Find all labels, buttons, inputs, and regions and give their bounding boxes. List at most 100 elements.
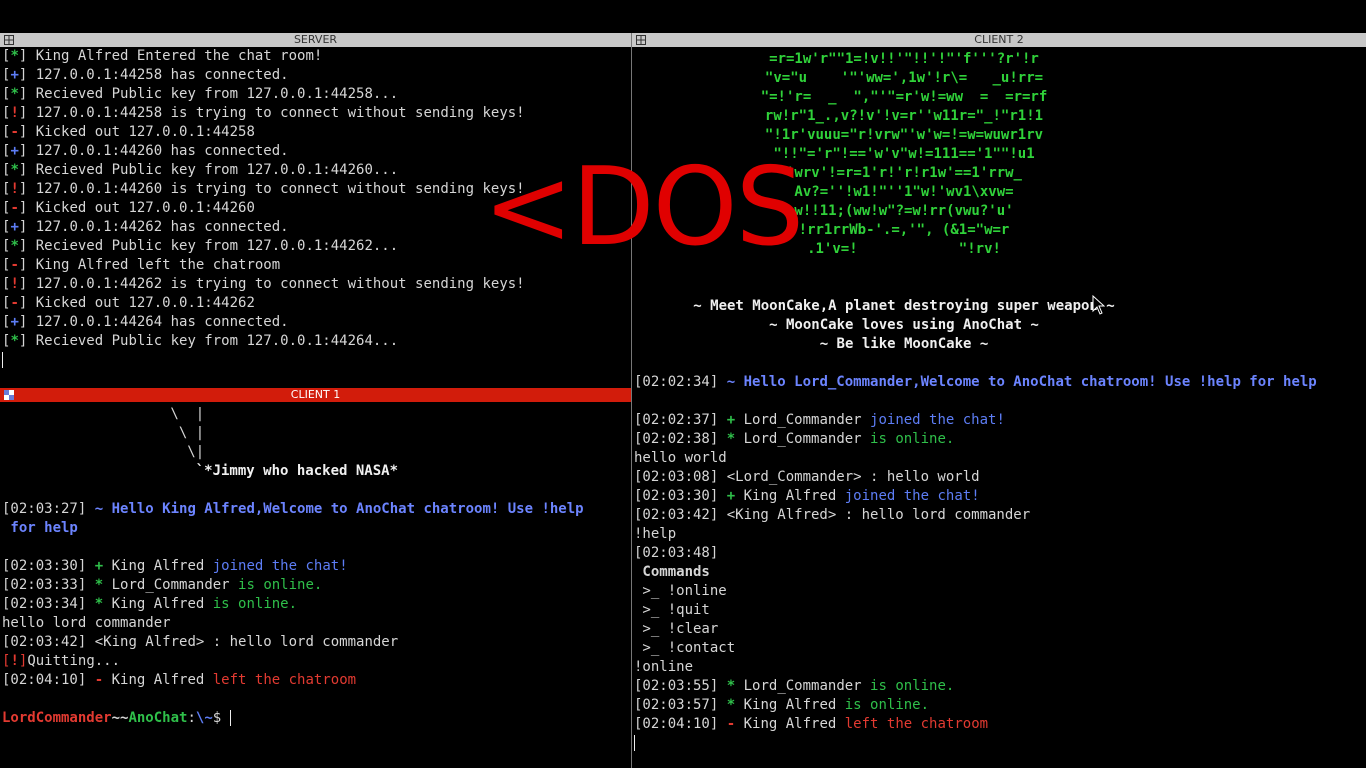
log-text: King Alfred Entered the chat room!	[35, 48, 323, 64]
server-title-bar[interactable]: SERVER	[0, 33, 631, 47]
log-tag: -	[10, 200, 19, 216]
log-tag: *	[10, 48, 19, 64]
user-name: King Alfred	[103, 672, 205, 688]
banner-line: ~ Be like MoonCake ~	[634, 335, 1174, 354]
event-symbol: +	[726, 488, 736, 504]
ascii-art-text: \|	[162, 444, 205, 460]
commands-heading: Commands	[634, 564, 710, 580]
server-log-line: [-] Kicked out 127.0.0.1:44262	[2, 295, 255, 311]
log-text: Recieved Public key from 127.0.0.1:44258…	[35, 86, 399, 102]
tile-layout-icon[interactable]	[636, 35, 646, 45]
timestamp: [02:02:34]	[634, 374, 719, 390]
shell-prompt: LordCommander~~AnoChat:\~$	[2, 709, 631, 728]
banner-text: ~ Be like MoonCake ~	[819, 336, 989, 352]
prompt-colon: :	[187, 710, 196, 726]
client1-title-bar[interactable]: CLIENT 1	[0, 388, 631, 402]
log-text: Recieved Public key from 127.0.0.1:44264…	[35, 333, 399, 349]
tile-layout-icon[interactable]	[4, 35, 14, 45]
chat-event-line: [02:03:55] * Lord_Commander is online.	[634, 677, 1366, 696]
log-text: Recieved Public key from 127.0.0.1:44262…	[35, 238, 399, 254]
log-text: 127.0.0.1:44262 has connected.	[35, 219, 289, 235]
commands-title: Commands	[634, 563, 1366, 582]
chat-message: [02:03:08] <Lord_Commander> : hello worl…	[634, 468, 1366, 487]
typed-text: hello world	[634, 450, 727, 466]
ascii-art-text: =r=1w'r""1=!v!!'"!!'!"'f'''?r'!r	[769, 51, 1039, 67]
quit-text: Quitting...	[27, 653, 121, 669]
event-symbol: +	[726, 412, 736, 428]
log-tag: +	[10, 67, 19, 83]
timestamp: [02:02:38]	[634, 431, 719, 447]
event-text: left the chatroom	[836, 716, 989, 732]
event-symbol: *	[94, 596, 104, 612]
command-item: >_ !clear	[634, 620, 1366, 639]
user-name: Lord_Commander	[103, 577, 230, 593]
typed-input: hello world	[634, 449, 1366, 468]
client1-terminal[interactable]: \ | \ | \| `*Jimmy who hacked NASA* [02:0…	[2, 405, 631, 768]
prompt-user: LordCommander	[2, 710, 112, 726]
ascii-art-text: .1'v=! "!rv!	[807, 241, 1001, 257]
event-text: joined the chat!	[836, 488, 980, 504]
event-text: is online.	[861, 678, 955, 694]
welcome-text: for help	[2, 520, 78, 536]
log-tag: +	[10, 219, 19, 235]
tile-layout-icon[interactable]	[4, 390, 14, 400]
chat-event-line: [02:03:34] * King Alfred is online.	[2, 595, 631, 614]
help-timestamp: [02:03:48]	[634, 544, 1366, 563]
ascii-art-line: "v="u '"'ww=',1w'!r\= _u!rr=	[634, 69, 1174, 88]
chat-message: [02:03:42] <King Alfred> : hello lord co…	[2, 633, 631, 652]
banner-text: ~ MoonCake loves using AnoChat ~	[769, 317, 1039, 333]
message-text: [02:03:08] <Lord_Commander> : hello worl…	[634, 469, 980, 485]
timestamp: [02:03:48]	[634, 545, 719, 561]
quit-line: [!]Quitting...	[2, 652, 631, 671]
ascii-art-line: \|	[2, 443, 631, 462]
quit-tag: !	[10, 653, 19, 669]
chat-event-line: [02:03:57] * King Alfred is online.	[634, 696, 1366, 715]
ascii-art-text: \ |	[162, 406, 205, 422]
log-text: Kicked out 127.0.0.1:44260	[35, 200, 255, 216]
ascii-art-line: \ |	[2, 424, 631, 443]
event-symbol: -	[726, 716, 736, 732]
log-text: 127.0.0.1:44260 has connected.	[35, 143, 289, 159]
chat-message: [02:03:42] <King Alfred> : hello lord co…	[634, 506, 1366, 525]
timestamp: [02:03:27]	[2, 501, 87, 517]
log-text: 127.0.0.1:44258 is trying to connect wit…	[35, 105, 525, 121]
log-tag: *	[10, 162, 19, 178]
log-text: Kicked out 127.0.0.1:44262	[35, 295, 255, 311]
event-text: is online.	[861, 431, 955, 447]
typed-text: !help	[634, 526, 677, 542]
timestamp: [02:03:57]	[634, 697, 719, 713]
log-tag: -	[10, 295, 19, 311]
log-tag: -	[10, 257, 19, 273]
chat-event-line: [02:02:38] * Lord_Commander is online.	[634, 430, 1366, 449]
log-text: 127.0.0.1:44262 is trying to connect wit…	[35, 276, 525, 292]
event-text: is online.	[204, 596, 298, 612]
client2-title-bar[interactable]: CLIENT 2	[632, 33, 1366, 47]
typed-input: hello lord commander	[2, 614, 631, 633]
command-text: >_ !quit	[634, 602, 710, 618]
client1-pane[interactable]: CLIENT 1 \ | \ | \| `*Jimmy who hacked N…	[0, 388, 631, 768]
server-log-line: [*] King Alfred Entered the chat room!	[2, 48, 323, 64]
command-item: >_ !online	[634, 582, 1366, 601]
dos-overlay-text: <DOS	[483, 145, 804, 270]
event-text: joined the chat!	[861, 412, 1005, 428]
log-tag: -	[10, 124, 19, 140]
chat-event-line: [02:04:10] - King Alfred left the chatro…	[2, 671, 631, 690]
log-text: Recieved Public key from 127.0.0.1:44260…	[35, 162, 399, 178]
log-text: 127.0.0.1:44258 has connected.	[35, 67, 289, 83]
timestamp: [02:03:42]	[2, 634, 87, 650]
client2-title: CLIENT 2	[974, 33, 1024, 46]
user-name: King Alfred	[103, 558, 205, 574]
event-symbol: *	[94, 577, 104, 593]
prompt-dollar: $	[212, 710, 230, 726]
typed-input: !online	[634, 658, 1366, 677]
welcome-message: [02:03:27] ~ Hello King Alfred,Welcome t…	[2, 500, 631, 519]
log-tag: +	[10, 314, 19, 330]
ascii-art-text: rw!r"1_.,v?!v'!v=r''w11r="_!"r1!1	[764, 108, 1044, 124]
server-log-line: [+] 127.0.0.1:44258 has connected.	[2, 67, 289, 83]
ascii-art-text: \ |	[162, 425, 205, 441]
ascii-art-text: "v="u '"'ww=',1w'!r\= _u!rr=	[764, 70, 1044, 86]
prompt-separator: ~~	[111, 710, 129, 726]
log-tag: *	[10, 86, 19, 102]
